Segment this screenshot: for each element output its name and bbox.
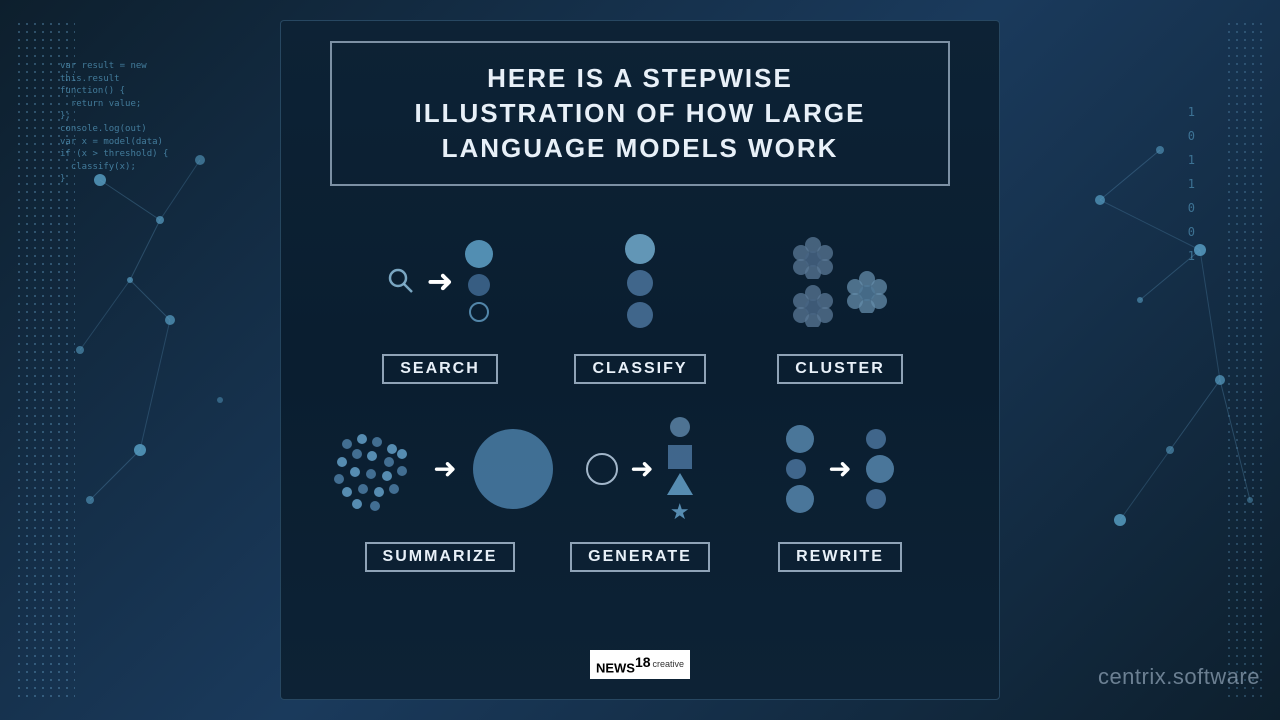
- arrow-icon: ➜: [427, 262, 454, 300]
- classify-dot-bot: [627, 302, 653, 328]
- generate-triangle: [667, 473, 693, 495]
- rw-dot-top-right: [866, 429, 886, 449]
- classify-dot-mid: [627, 270, 653, 296]
- generate-label-box: GENERATE: [570, 542, 710, 572]
- cluster-label: CLUSTER: [795, 360, 885, 377]
- news18-brand: NEWS18: [596, 654, 651, 675]
- classify-dot-top: [625, 234, 655, 264]
- summarize-label-box: SUMMARIZE: [365, 542, 516, 572]
- card-footer: NEWS18 creative: [590, 635, 690, 679]
- dot-medium: [468, 274, 490, 296]
- classify-label: CLASSIFY: [592, 360, 687, 377]
- rewrite-left-dots: [786, 425, 814, 513]
- search-label-box: SEARCH: [382, 354, 498, 384]
- generate-visual: ➜ ★: [586, 404, 693, 534]
- steps-row-2: ➜ SUMMARIZE ➜: [340, 404, 940, 572]
- steps-grid: ➜ SEARCH: [301, 216, 979, 572]
- generate-square: [668, 445, 692, 469]
- dot-outline: [469, 302, 489, 322]
- dot-pattern-right: [1225, 20, 1265, 700]
- step-generate: ➜ ★ GENERATE: [540, 404, 740, 572]
- news18-logo: NEWS18 creative: [590, 650, 690, 679]
- cluster-label-box: CLUSTER: [777, 354, 903, 384]
- many-dots-container: [327, 424, 417, 514]
- summarize-visual: ➜: [327, 404, 552, 534]
- rw-dot-mid-left: [786, 459, 806, 479]
- cluster-visual: [791, 216, 889, 346]
- watermark: centrix.software: [1098, 664, 1260, 690]
- classify-label-box: CLASSIFY: [574, 354, 705, 384]
- main-card: HERE IS A STEPWISE ILLUSTRATION OF HOW L…: [280, 20, 1000, 700]
- rewrite-visual: ➜: [786, 404, 893, 534]
- dots-column: [465, 240, 493, 322]
- code-text-overlay: var result = new this.result function() …: [60, 60, 260, 186]
- step-search: ➜ SEARCH: [340, 216, 540, 384]
- rw-dot-mid-right: [866, 455, 894, 483]
- rw-dot-bot-right: [866, 489, 886, 509]
- generate-circle: [586, 453, 618, 485]
- bg-numbers: 1011001: [1188, 100, 1195, 268]
- news18-sub: creative: [653, 659, 685, 669]
- rewrite-right-dots: [866, 429, 894, 509]
- generate-arrow-icon: ➜: [630, 452, 653, 486]
- step-cluster: CLUSTER: [740, 216, 940, 384]
- rewrite-arrow-icon: ➜: [828, 452, 851, 486]
- search-label: SEARCH: [400, 360, 480, 377]
- generate-star: ★: [670, 499, 690, 525]
- title-box: HERE IS A STEPWISE ILLUSTRATION OF HOW L…: [330, 41, 950, 186]
- rw-dot-bot-left: [786, 485, 814, 513]
- rw-dot-top-left: [786, 425, 814, 453]
- generate-label: GENERATE: [588, 548, 692, 565]
- rewrite-label-box: REWRITE: [778, 542, 902, 572]
- dot-large: [465, 240, 493, 268]
- search-visual: ➜: [387, 216, 494, 346]
- generate-shapes: ★: [666, 413, 694, 525]
- step-summarize: ➜ SUMMARIZE: [340, 404, 540, 572]
- generate-dot-top: [666, 413, 694, 441]
- classify-visual: [625, 216, 655, 346]
- step-classify: CLASSIFY: [540, 216, 740, 384]
- rewrite-label: REWRITE: [796, 548, 884, 565]
- flower-right: [845, 269, 889, 313]
- summarize-label: SUMMARIZE: [383, 548, 498, 565]
- flower-left: [791, 235, 835, 327]
- steps-row-1: ➜ SEARCH: [340, 216, 940, 384]
- title-text: HERE IS A STEPWISE ILLUSTRATION OF HOW L…: [362, 61, 918, 166]
- search-icon: [387, 267, 415, 295]
- summarize-arrow-icon: ➜: [433, 452, 456, 486]
- step-rewrite: ➜ REWRITE: [740, 404, 940, 572]
